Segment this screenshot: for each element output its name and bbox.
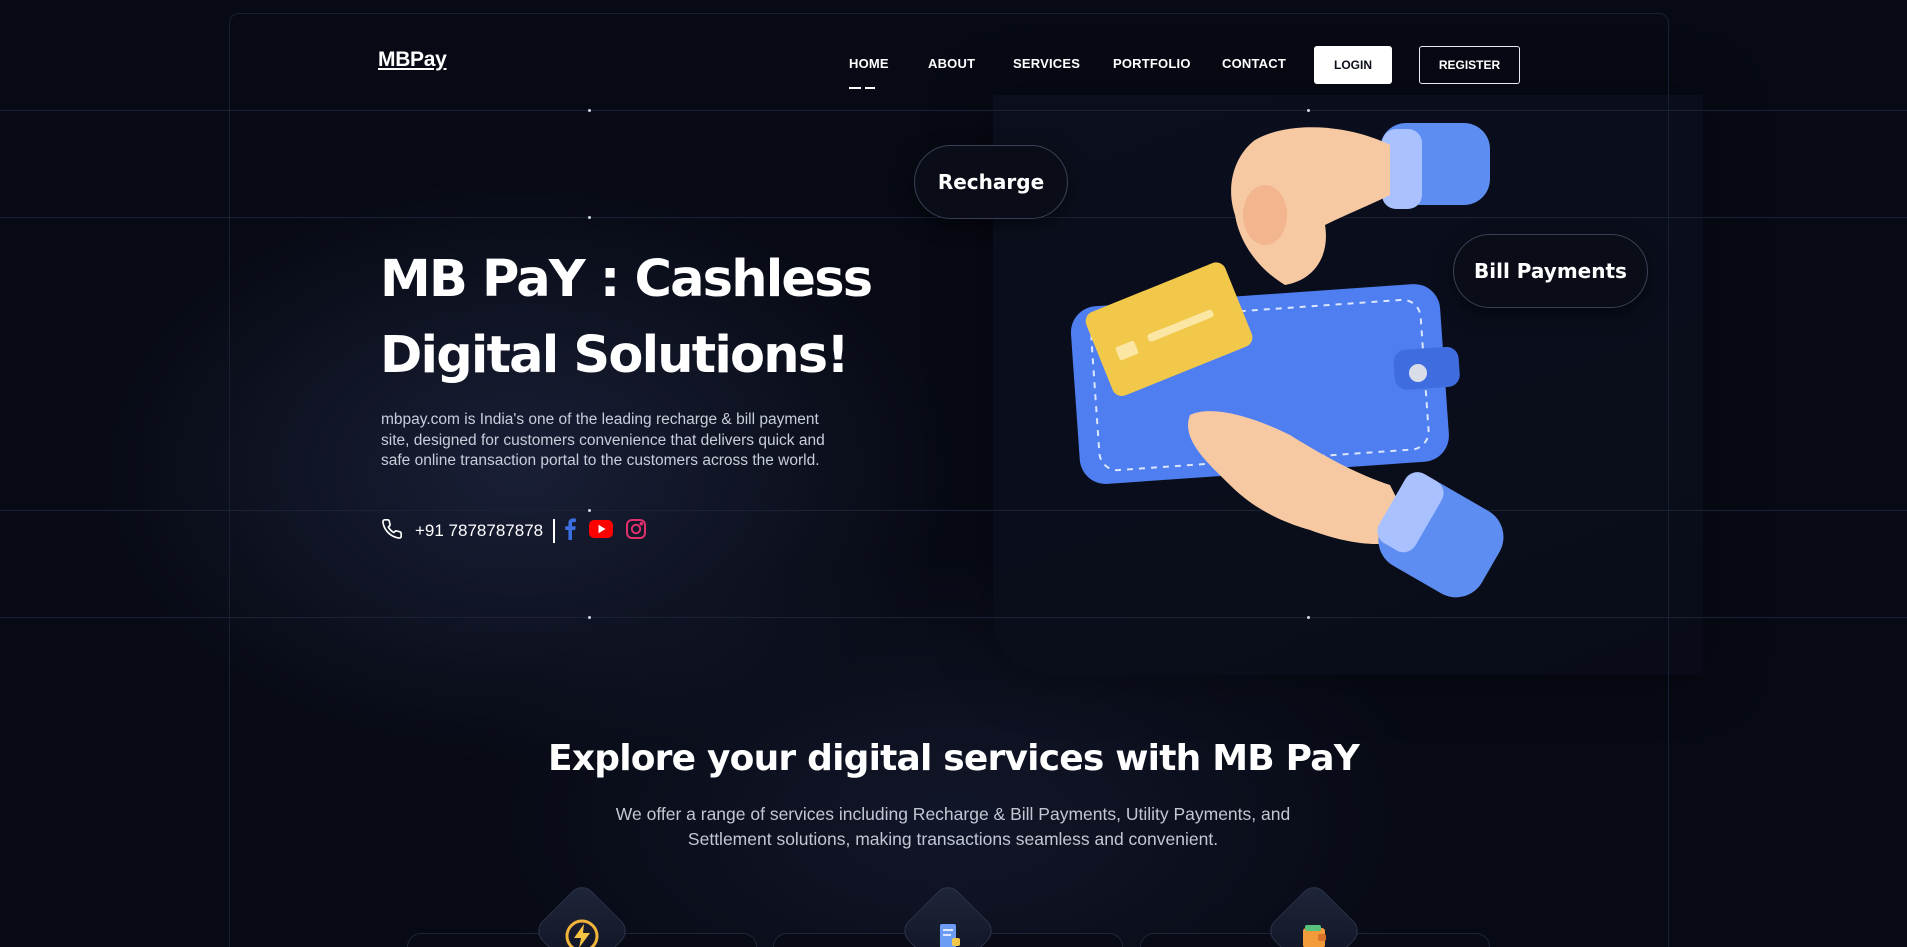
nav-contact[interactable]: CONTACT (1222, 56, 1286, 71)
register-button[interactable]: REGISTER (1419, 46, 1520, 84)
hero-title-line2: Digital Solutions! (380, 326, 850, 385)
tag-bill-payments: Bill Payments (1453, 234, 1648, 308)
page: MBPay HOME ABOUT SERVICES PORTFOLIO CONT… (0, 0, 1907, 947)
recharge-bolt-icon (565, 919, 599, 947)
bill-receipt-icon (940, 924, 960, 947)
logo[interactable]: MBPay (378, 48, 447, 72)
wallet-icon (1303, 925, 1326, 947)
grid-dot (588, 216, 591, 219)
grid-dot (588, 109, 591, 112)
services-title: Explore your digital services with MB Pa… (548, 738, 1360, 779)
nav-about[interactable]: ABOUT (928, 56, 975, 71)
grid-line (0, 110, 1907, 111)
nav-services[interactable]: SERVICES (1013, 56, 1080, 71)
login-button[interactable]: LOGIN (1314, 46, 1392, 84)
grid-dot (588, 616, 591, 619)
grid-line (0, 510, 1907, 511)
phone-icon (381, 518, 403, 544)
separator (553, 519, 556, 543)
contact-row: +91 7878787878 (381, 518, 647, 544)
facebook-icon[interactable] (563, 518, 577, 544)
phone-number[interactable]: +91 7878787878 (415, 521, 543, 541)
grid-line (0, 617, 1907, 618)
nav-active-indicator (849, 74, 877, 89)
instagram-icon[interactable] (625, 518, 647, 544)
nav-portfolio[interactable]: PORTFOLIO (1113, 56, 1191, 71)
nav-home[interactable]: HOME (849, 56, 889, 71)
hero-title-line1: MB PaY : Cashless (380, 250, 873, 309)
grid-dot (588, 509, 591, 512)
hero-description: mbpay.com is India's one of the leading … (381, 411, 825, 469)
top-sleeve-cuff (1380, 123, 1490, 209)
youtube-icon[interactable] (589, 520, 614, 542)
wallet-hand-illustration (1070, 123, 1504, 598)
services-description: We offer a range of services including R… (615, 804, 1291, 849)
tag-recharge: Recharge (914, 145, 1068, 219)
hero-title: MB PaY : Cashless Digital Solutions! (380, 242, 940, 394)
